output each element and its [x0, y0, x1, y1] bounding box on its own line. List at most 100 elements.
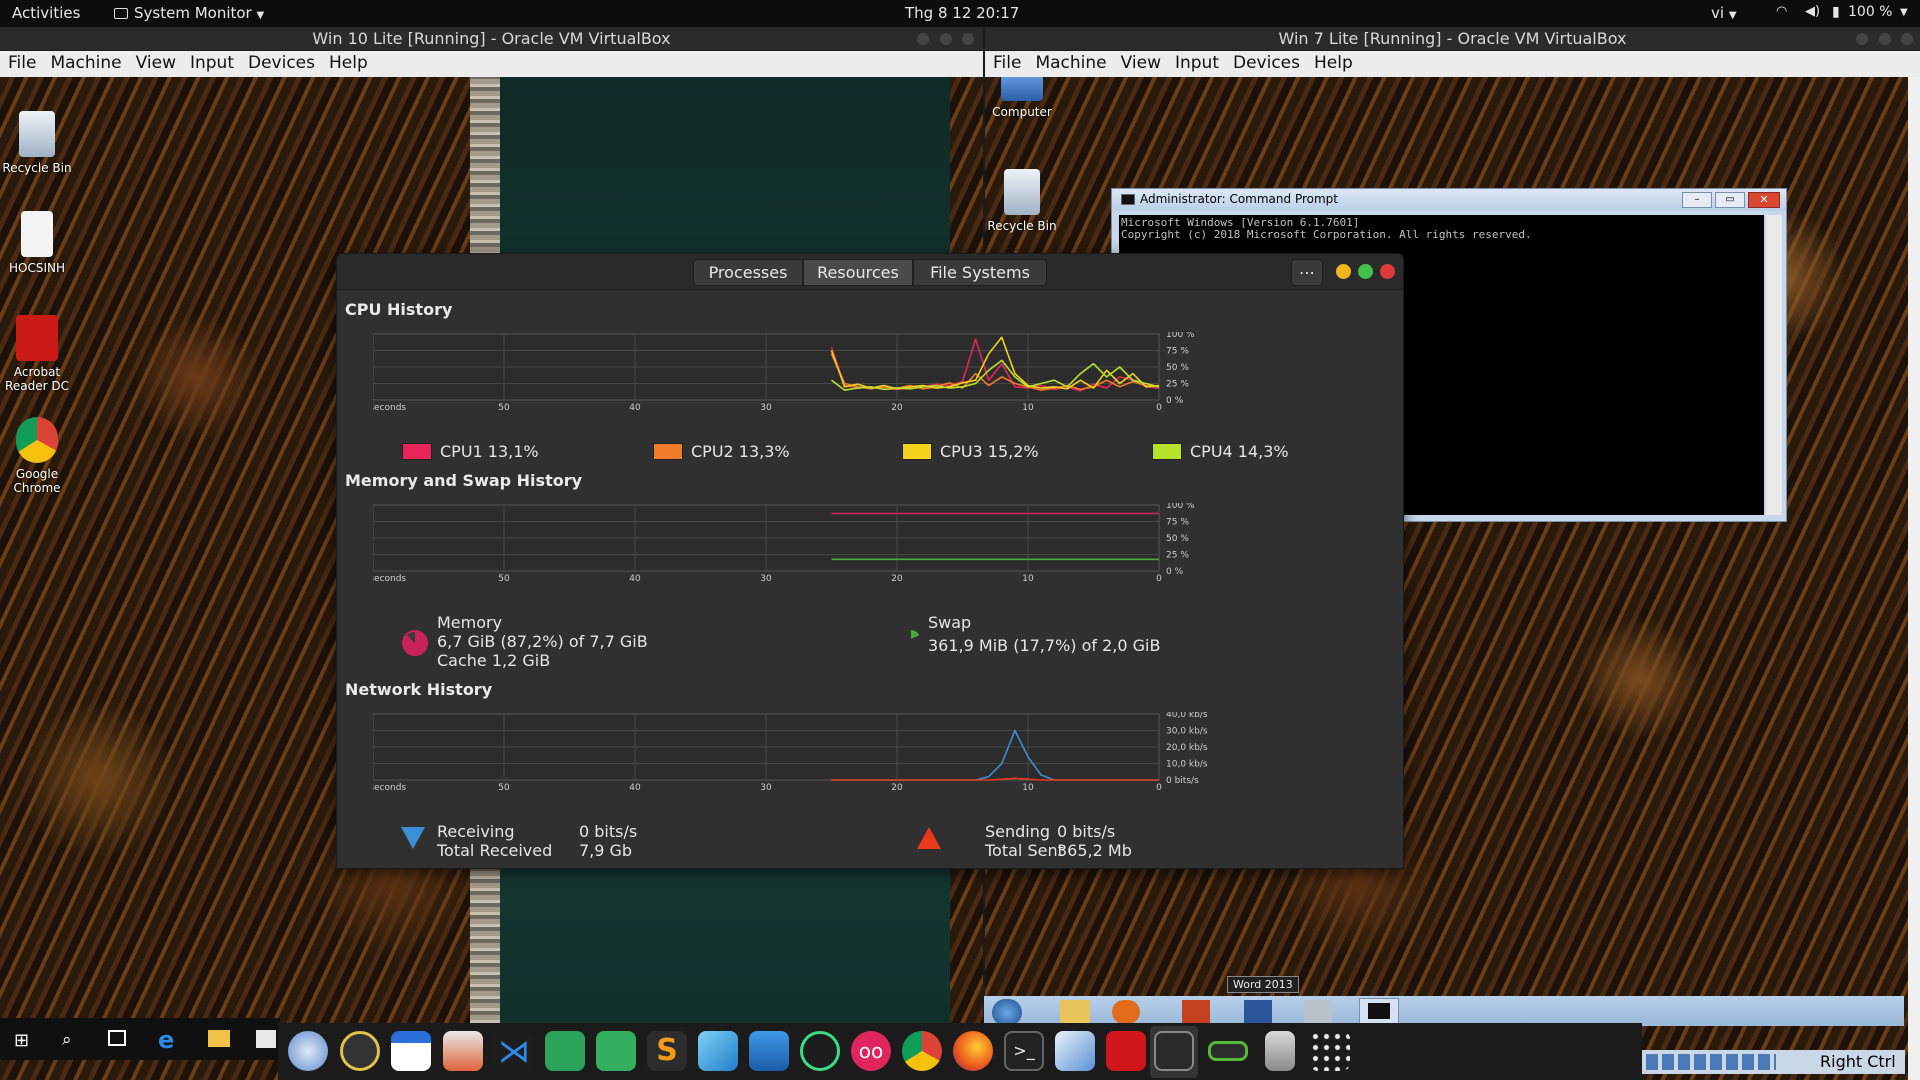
cmd-scrollbar[interactable]	[1766, 215, 1782, 515]
volume-icon[interactable]: ◀)	[1805, 4, 1820, 19]
app-menu[interactable]: System Monitor ▼	[114, 4, 264, 22]
desktop-icon-label: Recycle Bin	[2, 161, 72, 175]
x-tick-label: 60 seconds	[373, 783, 406, 793]
language-indicator[interactable]: vi ▼	[1711, 4, 1737, 22]
chevron-down-icon[interactable]: ▼	[1900, 7, 1908, 18]
desktop-icon-chrome[interactable]: Google Chrome	[0, 417, 82, 495]
finder-icon[interactable]	[749, 1031, 789, 1071]
desktop-icon-recycle-bin[interactable]: Recycle Bin	[985, 169, 1067, 233]
vm-title-bar[interactable]: Win 10 Lite [Running] - Oracle VM Virtua…	[0, 27, 983, 51]
wifi-icon[interactable]: ◠	[1776, 4, 1787, 19]
terminal-icon[interactable]: >_	[1004, 1031, 1044, 1071]
x-tick-label: 60 seconds	[373, 403, 406, 413]
memory-pie-icon[interactable]	[402, 630, 428, 656]
virtualbox-cube-icon[interactable]	[698, 1031, 738, 1071]
maximize-button[interactable]	[1879, 33, 1891, 45]
firefox-icon[interactable]	[953, 1031, 993, 1071]
menu-machine[interactable]: Machine	[1027, 51, 1112, 73]
vscode-icon[interactable]: ⋊	[494, 1031, 534, 1071]
edge-icon[interactable]: e	[158, 1026, 174, 1054]
swap-pie-icon[interactable]	[902, 630, 920, 648]
menu-file[interactable]: File	[0, 51, 42, 73]
y-tick-label: 30,0 kb/s	[1166, 727, 1208, 737]
cmd-title-bar[interactable]: Administrator: Command Prompt – ▭ ✕	[1112, 189, 1786, 211]
system-monitor-headerbar[interactable]: Processes Resources File Systems ⋯	[337, 254, 1403, 290]
close-button[interactable]	[962, 33, 974, 45]
thunderbird-icon[interactable]	[288, 1031, 328, 1071]
word-icon[interactable]	[1244, 1000, 1272, 1024]
sublime-text-icon[interactable]: S	[647, 1031, 687, 1071]
menu-view[interactable]: View	[1113, 51, 1167, 73]
tab-resources[interactable]: Resources	[803, 259, 913, 286]
minimize-button[interactable]	[917, 33, 929, 45]
show-applications-icon[interactable]	[1310, 1031, 1350, 1071]
vm-scrollbar[interactable]	[1908, 77, 1920, 1080]
maximize-button[interactable]	[1358, 264, 1373, 279]
system-monitor-window[interactable]: Processes Resources File Systems ⋯ CPU H…	[336, 253, 1404, 869]
legend-cpu3[interactable]: CPU3 15,2%	[902, 442, 1039, 461]
win10-vm-icon[interactable]	[1055, 1031, 1095, 1071]
file-explorer-icon[interactable]	[208, 1030, 230, 1047]
tab-processes[interactable]: Processes	[693, 259, 803, 286]
store-icon[interactable]	[256, 1030, 276, 1048]
activities-button[interactable]: Activities	[12, 4, 80, 22]
datagrip-icon[interactable]	[596, 1031, 636, 1071]
receiving-arrow-icon[interactable]	[401, 827, 425, 849]
desktop-icon-acrobat[interactable]: Acrobat Reader DC	[0, 315, 82, 393]
legend-cpu1[interactable]: CPU1 13,1%	[402, 442, 539, 461]
vm-status-icons[interactable]	[1646, 1054, 1776, 1070]
powerpoint-icon[interactable]	[1182, 1000, 1210, 1024]
document-viewer-icon[interactable]	[391, 1031, 431, 1071]
win10-taskbar[interactable]: ⊞ ⌕ e	[0, 1018, 280, 1060]
menu-button[interactable]: ⋯	[1291, 259, 1323, 286]
start-orb-icon[interactable]	[992, 999, 1022, 1026]
trash-icon[interactable]	[1265, 1031, 1295, 1071]
battery-app-icon[interactable]	[1208, 1041, 1248, 1061]
pycharm-icon[interactable]	[545, 1031, 585, 1071]
vm-title-bar[interactable]: Win 7 Lite [Running] - Oracle VM Virtual…	[985, 27, 1920, 51]
menu-view[interactable]: View	[128, 51, 182, 73]
desktop-icon-computer[interactable]: Computer	[985, 77, 1067, 119]
task-view-icon[interactable]	[108, 1030, 126, 1046]
tab-file-systems[interactable]: File Systems	[913, 259, 1047, 286]
desktop-icon-hocsinh[interactable]: HOCSINH	[0, 211, 82, 275]
chrome-icon[interactable]	[902, 1031, 942, 1071]
close-button[interactable]	[1901, 33, 1913, 45]
system-monitor-dock-icon[interactable]	[1154, 1031, 1194, 1071]
pdf-reader-icon[interactable]	[1106, 1031, 1146, 1071]
windows-start-icon[interactable]: ⊞	[14, 1030, 29, 1051]
rhythmbox-icon[interactable]	[340, 1031, 380, 1071]
legend-cpu2[interactable]: CPU2 13,3%	[653, 442, 790, 461]
menu-input[interactable]: Input	[182, 51, 240, 73]
explorer-icon[interactable]	[1060, 1000, 1090, 1024]
menu-help[interactable]: Help	[321, 51, 374, 73]
menu-help[interactable]: Help	[1306, 51, 1359, 73]
minimize-button[interactable]	[1336, 264, 1351, 279]
battery-icon[interactable]: ▮	[1832, 4, 1840, 20]
menu-machine[interactable]: Machine	[42, 51, 127, 73]
network-tool-icon[interactable]	[1304, 1000, 1332, 1024]
oo-app-icon[interactable]: oo	[851, 1031, 891, 1071]
clock[interactable]: Thg 8 12 20:17	[905, 4, 1019, 22]
win7-taskbar[interactable]	[984, 996, 1904, 1026]
legend-cpu4[interactable]: CPU4 14,3%	[1152, 442, 1289, 461]
maximize-button[interactable]	[940, 33, 952, 45]
software-updater-icon[interactable]	[443, 1031, 483, 1071]
close-button[interactable]: ✕	[1748, 192, 1780, 208]
desktop-icon-recycle-bin[interactable]: Recycle Bin	[0, 111, 82, 175]
search-icon[interactable]: ⌕	[62, 1030, 72, 1050]
menu-devices[interactable]: Devices	[240, 51, 321, 73]
firefox-icon[interactable]	[1112, 1000, 1140, 1024]
y-tick-label: 100 %	[1166, 503, 1195, 511]
menu-input[interactable]: Input	[1167, 51, 1225, 73]
close-button[interactable]	[1380, 264, 1395, 279]
x-tick-label: 10	[1022, 403, 1034, 413]
minimize-button[interactable]: –	[1682, 192, 1712, 208]
minimize-button[interactable]	[1856, 33, 1868, 45]
menu-devices[interactable]: Devices	[1225, 51, 1306, 73]
android-studio-icon[interactable]	[800, 1031, 840, 1071]
maximize-button[interactable]: ▭	[1715, 192, 1745, 208]
sending-arrow-icon[interactable]	[917, 827, 941, 849]
cmd-task-button[interactable]	[1359, 998, 1399, 1026]
menu-file[interactable]: File	[985, 51, 1027, 73]
